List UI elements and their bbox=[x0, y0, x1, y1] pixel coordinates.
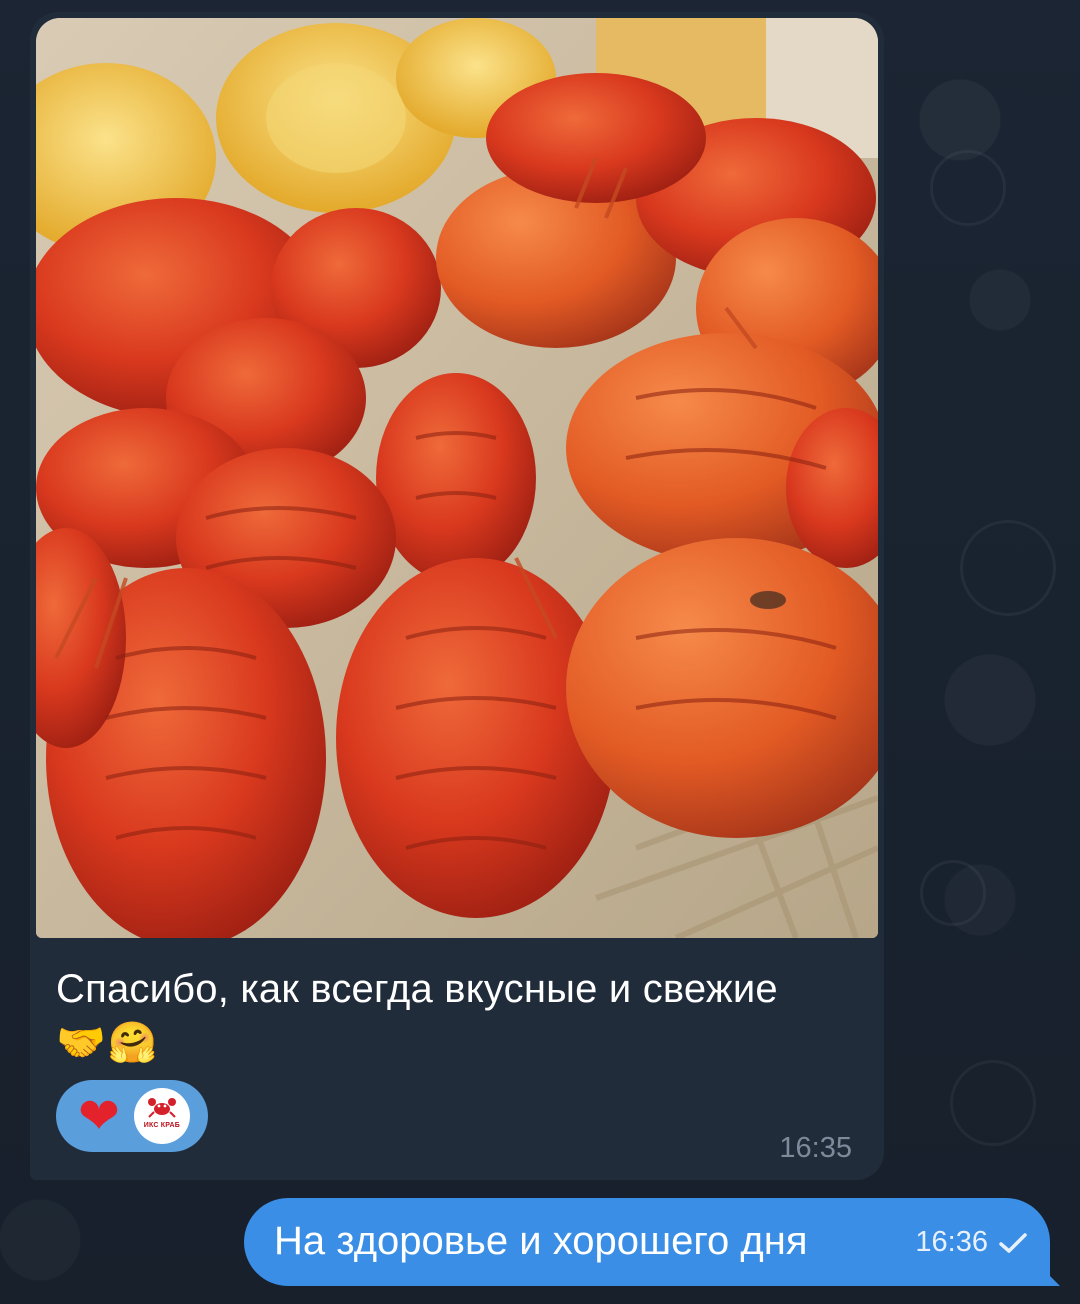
crayfish-photo bbox=[36, 18, 878, 938]
crab-icon bbox=[147, 1098, 176, 1118]
message-caption: Спасибо, как всегда вкусные и свежие bbox=[56, 967, 778, 1011]
outgoing-message[interactable]: На здоровье и хорошего дня 16:36 bbox=[244, 1198, 1060, 1286]
reactions-pill[interactable]: ❤ ИКС КРАБ bbox=[56, 1080, 208, 1152]
caption-emojis: 🤝 🤗 bbox=[56, 1016, 158, 1070]
message-time: 16:35 bbox=[779, 1132, 852, 1164]
background-doodle bbox=[920, 860, 986, 926]
handshake-emoji: 🤝 bbox=[56, 1021, 106, 1065]
single-check-icon bbox=[998, 1231, 1028, 1255]
outgoing-message-text: На здоровье и хорошего дня bbox=[274, 1219, 808, 1263]
background-doodle bbox=[960, 520, 1056, 616]
outgoing-message-time: 16:36 bbox=[915, 1226, 988, 1258]
message-photo[interactable] bbox=[36, 18, 878, 938]
heart-reaction-icon: ❤ bbox=[78, 1087, 120, 1145]
outgoing-message-meta: 16:36 bbox=[915, 1226, 1028, 1259]
background-doodle bbox=[930, 150, 1006, 226]
background-doodle bbox=[950, 1060, 1036, 1146]
incoming-message[interactable]: Спасибо, как всегда вкусные и свежие 🤝 🤗… bbox=[30, 12, 884, 1180]
hugging-face-emoji: 🤗 bbox=[107, 1021, 158, 1065]
reactor-avatar[interactable]: ИКС КРАБ bbox=[133, 1088, 190, 1144]
avatar-brand-text: ИКС КРАБ bbox=[143, 1122, 181, 1129]
